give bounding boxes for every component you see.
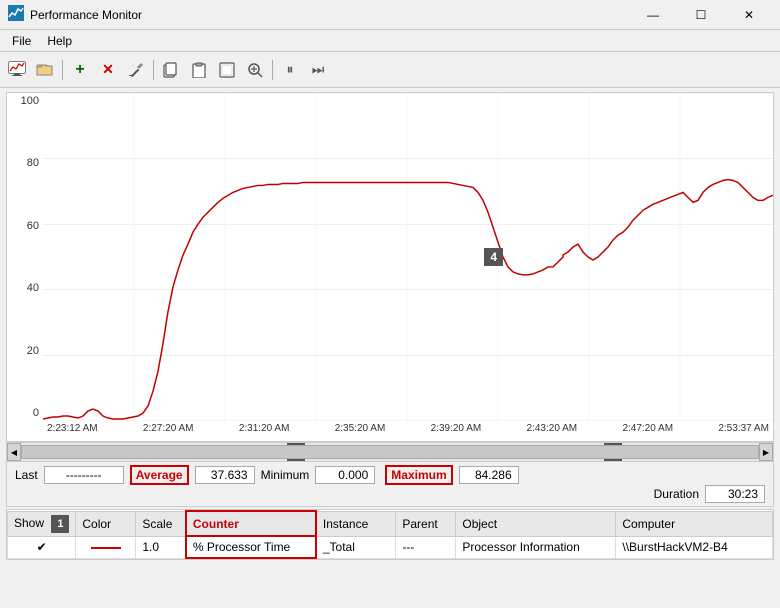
row-color [76,536,136,558]
window-controls: — ☐ ✕ [630,0,772,30]
row-instance: _Total [316,536,396,558]
table-row: ✔ 1.0 % Processor Time _Total --- Proces… [8,536,773,558]
toolbar-highlight[interactable] [214,57,240,83]
x-label-1: 2:27:20 AM [143,423,194,439]
duration-value: 30:23 [705,485,765,503]
toolbar-pause[interactable]: ⏸ [277,57,303,83]
duration-label: Duration [654,487,699,501]
chart-container: 100 80 60 40 20 0 [6,92,774,442]
scroll-left-button[interactable]: ◀ [7,443,21,461]
toolbar: + ✕ ⏸ ⏭ [0,52,780,88]
menu-file[interactable]: File [4,32,39,50]
menu-help[interactable]: Help [39,32,80,50]
x-label-2: 2:31:20 AM [239,423,290,439]
toolbar-step[interactable]: ⏭ [305,57,331,83]
toolbar-zoom[interactable] [242,57,268,83]
row-object: Processor Information [456,536,616,558]
maximum-label: Maximum [385,465,452,485]
col-parent: Parent [396,511,456,536]
chart-area: 4 [43,93,773,421]
toolbar-sep-2 [153,60,154,80]
table-badge: 1 [51,515,69,533]
menu-bar: File Help [0,30,780,52]
last-label: Last [15,468,38,482]
scroll-thumb[interactable] [21,445,759,459]
y-label-80: 80 [9,157,39,169]
row-show[interactable]: ✔ [8,536,76,558]
col-color: Color [76,511,136,536]
x-label-4: 2:39:20 AM [431,423,482,439]
data-table-container: Show 1 Color Scale Counter Instance Pare… [6,509,774,560]
close-button[interactable]: ✕ [726,0,772,30]
table-header-row: Show 1 Color Scale Counter Instance Pare… [8,511,773,536]
col-scale: Scale [136,511,186,536]
scroll-track: 2 3 [21,443,759,461]
col-show: Show 1 [8,511,76,536]
row-scale: 1.0 [136,536,186,558]
y-label-60: 60 [9,220,39,232]
toolbar-copy-graph[interactable] [158,57,184,83]
toolbar-delete[interactable]: ✕ [95,57,121,83]
x-label-3: 2:35:20 AM [335,423,386,439]
toolbar-paste[interactable] [186,57,212,83]
average-value: 37.633 [195,466,255,484]
col-counter: Counter [186,511,316,536]
toolbar-open[interactable] [32,57,58,83]
toolbar-monitor[interactable] [4,57,30,83]
chart-svg [43,93,773,421]
chart-x-axis: 2:23:12 AM 2:27:20 AM 2:31:20 AM 2:35:20… [43,421,773,441]
title-bar: Performance Monitor — ☐ ✕ [0,0,780,30]
col-object: Object [456,511,616,536]
minimize-button[interactable]: — [630,0,676,30]
window-title: Performance Monitor [30,8,630,22]
average-label: Average [130,465,189,485]
col-computer: Computer [616,511,773,536]
stats-row-2: Duration 30:23 [15,485,765,503]
scrollbar-container: ◀ 2 3 ▶ [6,442,774,462]
y-label-40: 40 [9,282,39,294]
y-label-0: 0 [9,407,39,419]
row-computer: \\BurstHackVM2-B4 [616,536,773,558]
col-instance: Instance [316,511,396,536]
x-label-0: 2:23:12 AM [47,423,98,439]
x-label-7: 2:53:37 AM [718,423,769,439]
last-value: --------- [44,466,124,484]
data-table: Show 1 Color Scale Counter Instance Pare… [7,510,773,559]
maximum-value: 84.286 [459,466,519,484]
toolbar-add-counter[interactable]: + [67,57,93,83]
minimum-value: 0.000 [315,466,375,484]
y-label-100: 100 [9,95,39,107]
x-label-6: 2:47:20 AM [622,423,673,439]
scroll-right-button[interactable]: ▶ [759,443,773,461]
x-label-5: 2:43:20 AM [527,423,578,439]
y-label-20: 20 [9,345,39,357]
toolbar-properties[interactable] [123,57,149,83]
row-parent: --- [396,536,456,558]
toolbar-sep-3 [272,60,273,80]
row-counter: % Processor Time [186,536,316,558]
maximize-button[interactable]: ☐ [678,0,724,30]
chart-y-axis: 100 80 60 40 20 0 [7,93,43,421]
stats-container: Last --------- Average 37.633 Minimum 0.… [6,462,774,507]
app-icon [8,5,24,24]
color-line [91,547,121,549]
toolbar-sep-1 [62,60,63,80]
minimum-label: Minimum [261,468,310,482]
stats-row-1: Last --------- Average 37.633 Minimum 0.… [15,465,765,485]
chart-label-4: 4 [484,248,503,266]
